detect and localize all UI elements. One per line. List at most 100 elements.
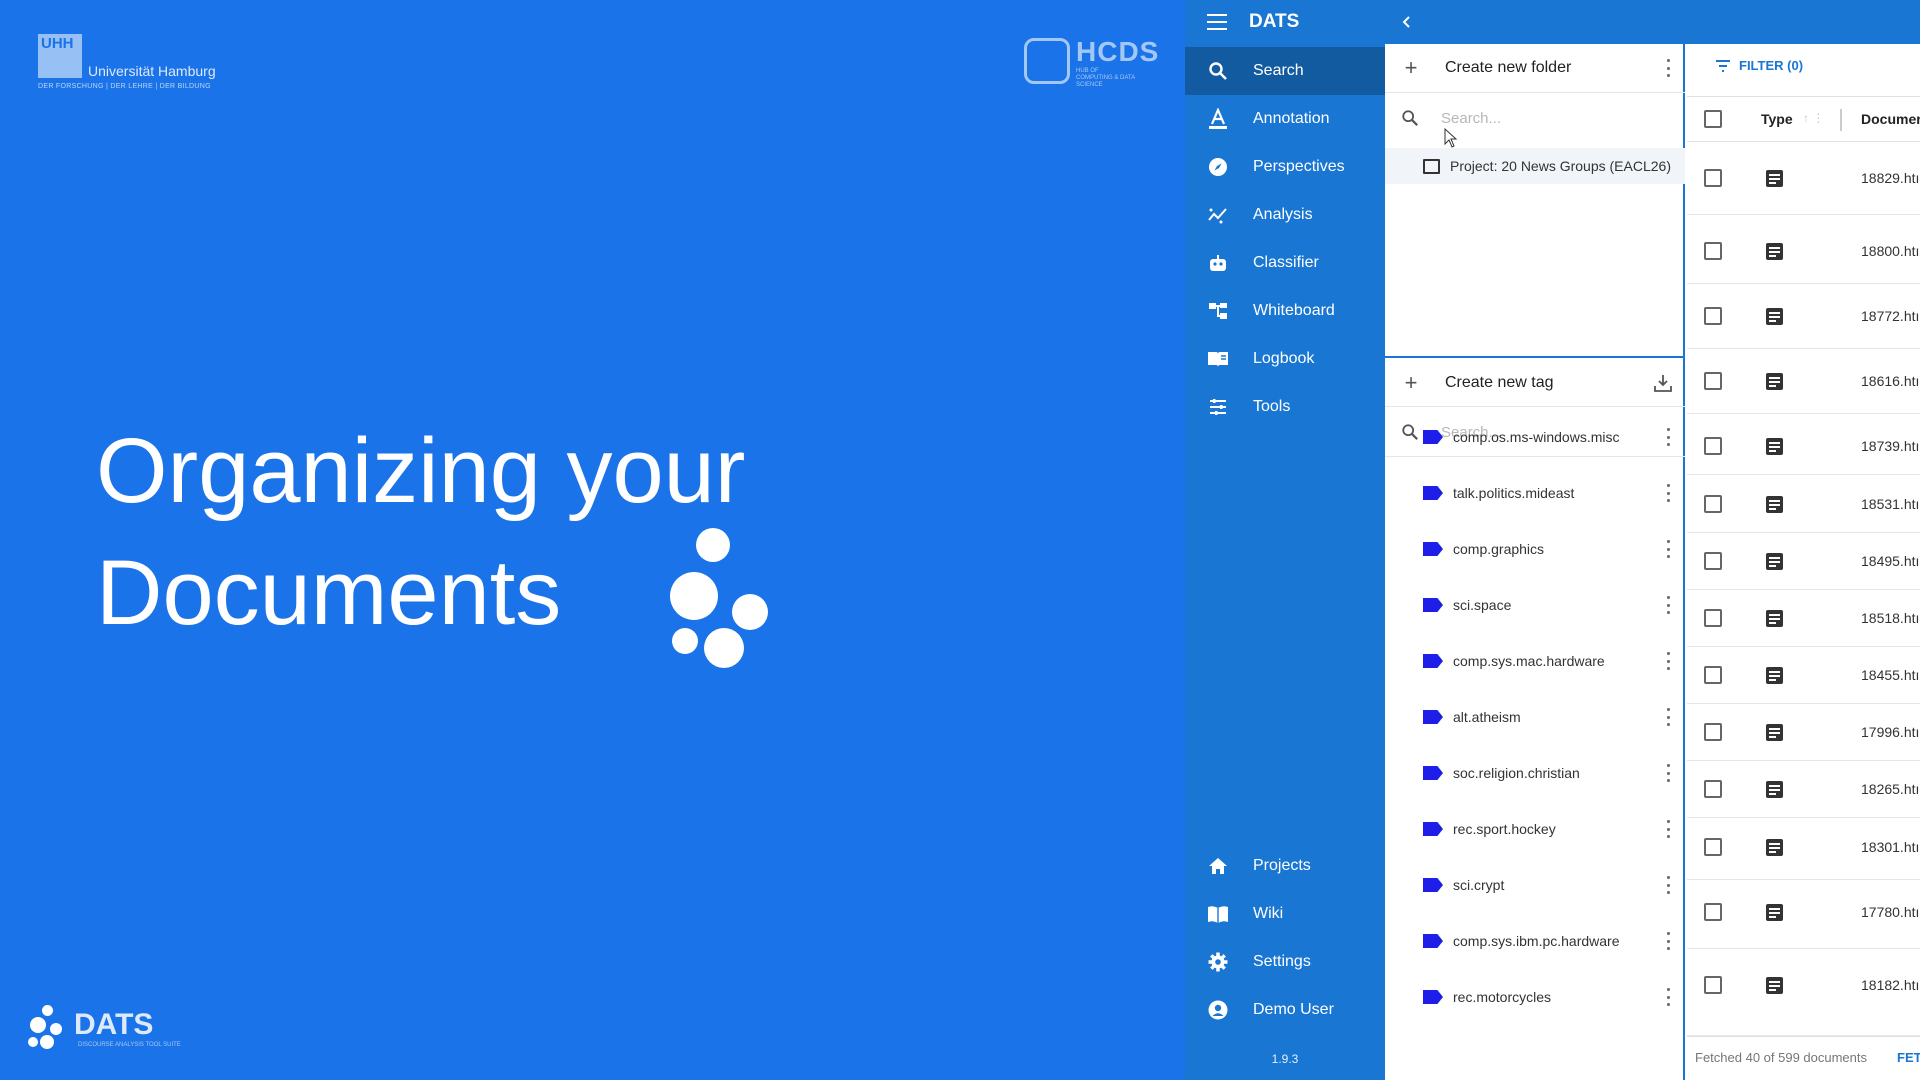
folder-search-input[interactable]: Search...: [1441, 110, 1501, 127]
sidebar-item-user[interactable]: Demo User: [1185, 986, 1385, 1034]
download-icon[interactable]: [1653, 373, 1673, 393]
plus-icon[interactable]: +: [1401, 57, 1421, 79]
table-row[interactable]: 17780.htı: [1687, 880, 1920, 949]
tag-item[interactable]: soc.religion.christian: [1385, 751, 1685, 795]
table-row[interactable]: 18182.htı: [1687, 949, 1920, 1036]
row-checkbox[interactable]: [1704, 780, 1722, 798]
sidebar-item-whiteboard[interactable]: Whiteboard: [1185, 287, 1385, 335]
document-name: 18616.htı: [1861, 373, 1920, 389]
row-checkbox[interactable]: [1704, 242, 1722, 260]
row-checkbox[interactable]: [1704, 437, 1722, 455]
annotation-icon: [1207, 108, 1229, 130]
more-vert-icon[interactable]: [1665, 820, 1671, 838]
row-checkbox[interactable]: [1704, 838, 1722, 856]
document-name: 18829.htı: [1861, 170, 1920, 186]
more-vert-icon[interactable]: [1665, 988, 1671, 1006]
table-row[interactable]: 18739.htı: [1687, 414, 1920, 475]
document-name: 18265.htı: [1861, 781, 1920, 797]
more-vert-icon[interactable]: [1665, 932, 1671, 950]
tag-item[interactable]: comp.sys.mac.hardware: [1385, 639, 1685, 683]
tag-item[interactable]: comp.sys.ibm.pc.hardware: [1385, 919, 1685, 963]
more-vert-icon[interactable]: [1665, 652, 1671, 670]
dats-dots-icon: [670, 528, 780, 668]
table-row[interactable]: 18495.htı: [1687, 533, 1920, 590]
plus-icon[interactable]: +: [1401, 372, 1421, 394]
tag-item[interactable]: comp.os.ms-windows.misc: [1385, 415, 1685, 459]
row-checkbox[interactable]: [1704, 723, 1722, 741]
more-vert-icon[interactable]: [1665, 708, 1671, 726]
tag-icon: [1423, 598, 1443, 612]
column-resize-handle[interactable]: [1840, 109, 1842, 131]
sidebar-item-search[interactable]: Search: [1185, 47, 1385, 95]
sort-icon[interactable]: ↑ ⋮: [1803, 111, 1824, 125]
more-vert-icon[interactable]: [1665, 484, 1671, 502]
row-checkbox[interactable]: [1704, 903, 1722, 921]
sidebar-item-label: Annotation: [1253, 110, 1330, 127]
sidebar-item-analysis[interactable]: Analysis: [1185, 191, 1385, 239]
tag-item[interactable]: talk.politics.mideast: [1385, 471, 1685, 515]
hamburger-icon[interactable]: [1207, 14, 1227, 30]
more-vert-icon[interactable]: [1665, 596, 1671, 614]
sidebar-item-perspectives[interactable]: Perspectives: [1185, 143, 1385, 191]
hcds-logo-icon: [1024, 38, 1070, 84]
document-name: 18772.htı: [1861, 308, 1920, 324]
fetch-more-button[interactable]: FET: [1897, 1050, 1920, 1065]
sidebar-item-logbook[interactable]: Logbook: [1185, 335, 1385, 383]
sidebar-item-settings[interactable]: Settings: [1185, 938, 1385, 986]
tag-item[interactable]: comp.graphics: [1385, 527, 1685, 571]
tag-item[interactable]: alt.atheism: [1385, 695, 1685, 739]
create-folder-button[interactable]: Create new folder: [1445, 59, 1571, 77]
table-row[interactable]: 18455.htı: [1687, 647, 1920, 704]
table-row[interactable]: 18829.htı: [1687, 142, 1920, 215]
table-row[interactable]: 18531.htı: [1687, 475, 1920, 533]
project-folder-item[interactable]: Project: 20 News Groups (EACL26): [1385, 148, 1685, 184]
table-row[interactable]: 18772.htı: [1687, 284, 1920, 349]
university-logo: UHH Universität Hamburg DER FORSCHUNG | …: [38, 34, 228, 94]
table-row[interactable]: 18800.htı: [1687, 215, 1920, 284]
sidebar-header: DATS: [1185, 0, 1385, 44]
row-checkbox[interactable]: [1704, 552, 1722, 570]
account-icon: [1207, 999, 1229, 1021]
tag-label: comp.graphics: [1453, 541, 1545, 557]
tag-item[interactable]: rec.sport.hockey: [1385, 807, 1685, 851]
sidebar-item-tools[interactable]: Tools: [1185, 383, 1385, 431]
more-vert-icon[interactable]: [1665, 764, 1671, 782]
more-vert-icon[interactable]: [1665, 540, 1671, 558]
tools-icon: [1207, 396, 1229, 418]
column-header-document[interactable]: Documer: [1861, 111, 1920, 127]
more-vert-icon[interactable]: [1665, 876, 1671, 894]
select-all-checkbox[interactable]: [1704, 110, 1722, 128]
sidebar-item-projects[interactable]: Projects: [1185, 842, 1385, 890]
table-row[interactable]: 18301.htı: [1687, 818, 1920, 880]
tag-label: rec.motorcycles: [1453, 989, 1552, 1005]
create-tag-button[interactable]: Create new tag: [1445, 374, 1554, 392]
row-checkbox[interactable]: [1704, 609, 1722, 627]
document-name: 18301.htı: [1861, 839, 1920, 855]
dats-logo: DATS DISCOURSE ANALYSIS TOOL SUITE: [28, 1002, 181, 1054]
row-checkbox[interactable]: [1704, 372, 1722, 390]
tag-icon: [1423, 822, 1443, 836]
row-checkbox[interactable]: [1704, 495, 1722, 513]
sidebar-item-label: Projects: [1253, 857, 1311, 874]
sidebar-item-annotation[interactable]: Annotation: [1185, 95, 1385, 143]
more-vert-icon[interactable]: [1665, 59, 1671, 77]
table-row[interactable]: 18265.htı: [1687, 761, 1920, 818]
collapse-panel-button[interactable]: [1395, 10, 1419, 34]
tag-item[interactable]: sci.crypt: [1385, 863, 1685, 907]
table-row[interactable]: 17996.htı: [1687, 704, 1920, 761]
row-checkbox[interactable]: [1704, 169, 1722, 187]
row-checkbox[interactable]: [1704, 307, 1722, 325]
sidebar-item-wiki[interactable]: Wiki: [1185, 890, 1385, 938]
sidebar-item-label: Search: [1253, 62, 1304, 79]
document-name: 17996.htı: [1861, 724, 1920, 740]
sidebar-item-classifier[interactable]: Classifier: [1185, 239, 1385, 287]
row-checkbox[interactable]: [1704, 666, 1722, 684]
table-row[interactable]: 18518.htı: [1687, 590, 1920, 647]
table-row[interactable]: 18616.htı: [1687, 349, 1920, 414]
tag-item[interactable]: sci.space: [1385, 583, 1685, 627]
tag-item[interactable]: rec.motorcycles: [1385, 975, 1685, 1019]
more-vert-icon[interactable]: [1665, 428, 1671, 446]
column-header-type[interactable]: Type: [1761, 111, 1793, 127]
filter-button[interactable]: FILTER (0): [1715, 58, 1803, 73]
row-checkbox[interactable]: [1704, 976, 1722, 994]
